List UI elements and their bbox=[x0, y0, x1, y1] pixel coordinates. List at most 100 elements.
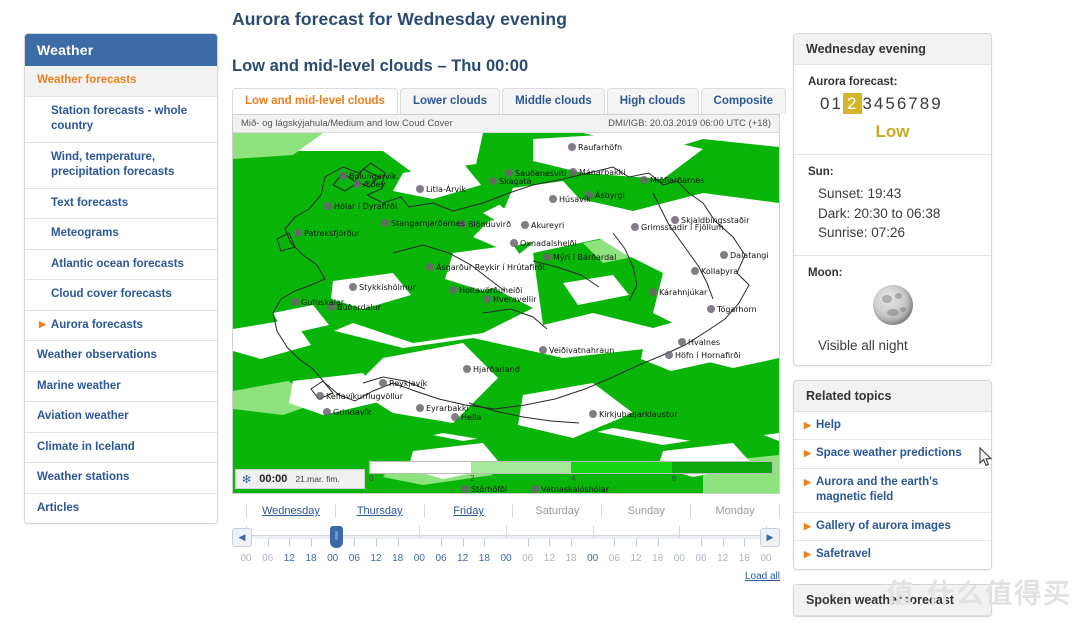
time-slider[interactable]: ◀ ▶ bbox=[232, 524, 780, 550]
hour-label[interactable]: 00 bbox=[414, 553, 425, 564]
hour-label[interactable]: 12 bbox=[457, 553, 468, 564]
hour-label[interactable]: 00 bbox=[674, 553, 685, 564]
hour-label[interactable]: 06 bbox=[262, 553, 273, 564]
sidebar-item-station-forecasts-whole-country[interactable]: Station forecasts - whole country bbox=[25, 95, 217, 142]
sidebar-item-articles[interactable]: Articles bbox=[25, 492, 217, 524]
place-label: Mánarbakki bbox=[579, 168, 626, 177]
hour-label[interactable]: 00 bbox=[500, 553, 511, 564]
legend-tick: 6 bbox=[672, 474, 677, 483]
related-item-safetravel[interactable]: ▶ Safetravel bbox=[794, 540, 991, 569]
sidebar-item-meteograms[interactable]: Meteograms bbox=[25, 218, 217, 249]
animation-icon: ✻ bbox=[242, 473, 252, 486]
place-label: Stykkishólmur bbox=[359, 282, 417, 292]
tab-lower-clouds[interactable]: Lower clouds bbox=[399, 88, 501, 114]
related-item-space-weather-predictions[interactable]: ▶ Space weather predictions bbox=[794, 439, 991, 468]
sidebar-item-text-forecasts[interactable]: Text forecasts bbox=[25, 187, 217, 219]
hour-label[interactable]: 06 bbox=[609, 553, 620, 564]
day-thursday[interactable]: Thursday bbox=[334, 504, 424, 518]
sidebar-item-marine-weather[interactable]: Marine weather bbox=[25, 370, 217, 402]
load-all-link[interactable]: Load all bbox=[232, 571, 780, 582]
related-item-gallery-of-aurora-images[interactable]: ▶ Gallery of aurora images bbox=[794, 511, 991, 541]
place-label: Miðfjarðarnes bbox=[650, 176, 704, 185]
slider-tick bbox=[267, 538, 269, 546]
hour-label[interactable]: 18 bbox=[652, 553, 663, 564]
tab-low-and-mid-level-clouds[interactable]: Low and mid-level clouds bbox=[232, 88, 398, 114]
day-sunday[interactable]: Sunday bbox=[601, 504, 690, 518]
hour-label[interactable]: 00 bbox=[240, 553, 251, 564]
hour-label[interactable]: 06 bbox=[435, 553, 446, 564]
sidebar-item-aviation-weather[interactable]: Aviation weather bbox=[25, 401, 217, 432]
cloud-cover-map[interactable]: Raufarhöfn Bolungarvík Æðey Sauðanesviti Mán… bbox=[233, 133, 779, 493]
hour-label[interactable]: 18 bbox=[392, 553, 403, 564]
sidebar-item-cloud-cover-forecasts[interactable]: Cloud cover forecasts bbox=[25, 279, 217, 310]
related-topics-header: Related topics bbox=[794, 380, 991, 412]
station-marker bbox=[707, 305, 715, 313]
next-step-button[interactable]: ▶ bbox=[760, 528, 780, 547]
legend-segment-1 bbox=[470, 462, 571, 473]
map-time-display[interactable]: ✻ 00:00 21.mar. fim. bbox=[235, 469, 365, 489]
chevron-right-icon: ▶ bbox=[804, 520, 811, 531]
related-item-help[interactable]: ▶ Help bbox=[794, 412, 991, 440]
sidebar-item-wind-temperature-precipitation-forecasts[interactable]: Wind, temperature, precipitation forecas… bbox=[25, 141, 217, 188]
chevron-right-icon: ▶ bbox=[804, 549, 811, 560]
prev-step-button[interactable]: ◀ bbox=[232, 528, 252, 547]
place-label: Hólar í Dyrafirði bbox=[334, 201, 397, 211]
legend-tick: 2 bbox=[470, 474, 475, 483]
slider-tick bbox=[527, 538, 529, 546]
hour-label[interactable]: 18 bbox=[305, 553, 316, 564]
sidebar-item-label: Text forecasts bbox=[51, 196, 129, 209]
hour-label[interactable]: 12 bbox=[544, 553, 555, 564]
hour-label[interactable]: 18 bbox=[479, 553, 490, 564]
hour-label[interactable]: 06 bbox=[349, 553, 360, 564]
hour-label[interactable]: 00 bbox=[327, 553, 338, 564]
left-sidebar: Weather Weather forecasts Station forecas… bbox=[24, 33, 218, 525]
place-label: Keflavíkurflugvöllur bbox=[326, 392, 404, 401]
slider-knob[interactable] bbox=[330, 526, 344, 548]
station-marker bbox=[649, 288, 657, 296]
hour-label[interactable]: 00 bbox=[760, 553, 771, 564]
related-item-aurora-and-the-earth-s-magnetic-field[interactable]: ▶ Aurora and the earth's magnetic field bbox=[794, 467, 991, 512]
sidebar-item-atlantic-ocean-forecasts[interactable]: Atlantic ocean forecasts bbox=[25, 248, 217, 280]
aurora-section: Aurora forecast: 01 2 3456789 Low bbox=[794, 65, 991, 154]
slider-tick bbox=[441, 538, 442, 546]
hour-label[interactable]: 12 bbox=[370, 553, 381, 564]
hour-label[interactable]: 06 bbox=[695, 553, 706, 564]
hour-label[interactable]: 12 bbox=[717, 553, 728, 564]
related-item-label: Gallery of aurora images bbox=[816, 519, 951, 532]
sidebar-item-weather-stations[interactable]: Weather stations bbox=[25, 462, 217, 493]
aurora-value: 1 bbox=[831, 94, 843, 113]
hour-label[interactable]: 18 bbox=[739, 553, 750, 564]
place-label: Hvalnes bbox=[688, 338, 720, 347]
hour-label[interactable]: 12 bbox=[630, 553, 641, 564]
tab-high-clouds[interactable]: High clouds bbox=[606, 88, 699, 114]
day-wednesday[interactable]: Wednesday bbox=[246, 504, 335, 518]
station-marker bbox=[568, 143, 576, 151]
station-marker bbox=[521, 221, 529, 229]
cloud-cover-layer bbox=[233, 133, 779, 493]
day-monday[interactable]: Monday bbox=[690, 504, 780, 518]
hour-label[interactable]: 18 bbox=[565, 553, 576, 564]
page-root: Weather Weather forecasts Station forecas… bbox=[0, 0, 1080, 619]
slider-tick bbox=[701, 538, 702, 546]
sidebar-item-weather-forecasts[interactable]: Weather forecasts bbox=[25, 66, 217, 96]
day-saturday[interactable]: Saturday bbox=[512, 504, 601, 518]
hour-label[interactable]: 12 bbox=[284, 553, 295, 564]
hour-label[interactable]: 00 bbox=[587, 553, 598, 564]
map-time-value: 00:00 bbox=[259, 473, 288, 485]
sidebar-item-climate-in-iceland[interactable]: Climate in Iceland bbox=[25, 431, 217, 463]
hour-label[interactable]: 06 bbox=[522, 553, 533, 564]
sidebar-item-aurora-forecasts[interactable]: ▶ Aurora forecasts bbox=[25, 309, 217, 341]
aurora-value: 3 bbox=[862, 94, 874, 113]
chevron-right-icon: ▶ bbox=[39, 318, 46, 329]
sidebar-item-weather-observations[interactable]: Weather observations bbox=[25, 340, 217, 371]
tab-middle-clouds[interactable]: Middle clouds bbox=[502, 88, 605, 114]
station-marker bbox=[678, 338, 686, 346]
place-label: Eyrarbakki bbox=[426, 404, 469, 413]
day-friday[interactable]: Friday bbox=[423, 504, 513, 518]
station-marker bbox=[381, 219, 389, 227]
forecast-panel-header: Wednesday evening bbox=[794, 34, 991, 65]
slider-tick bbox=[462, 538, 464, 546]
sunrise-row: Sunrise: 07:26 bbox=[818, 225, 906, 241]
tab-composite[interactable]: Composite bbox=[700, 88, 786, 114]
slider-tick bbox=[289, 538, 291, 546]
